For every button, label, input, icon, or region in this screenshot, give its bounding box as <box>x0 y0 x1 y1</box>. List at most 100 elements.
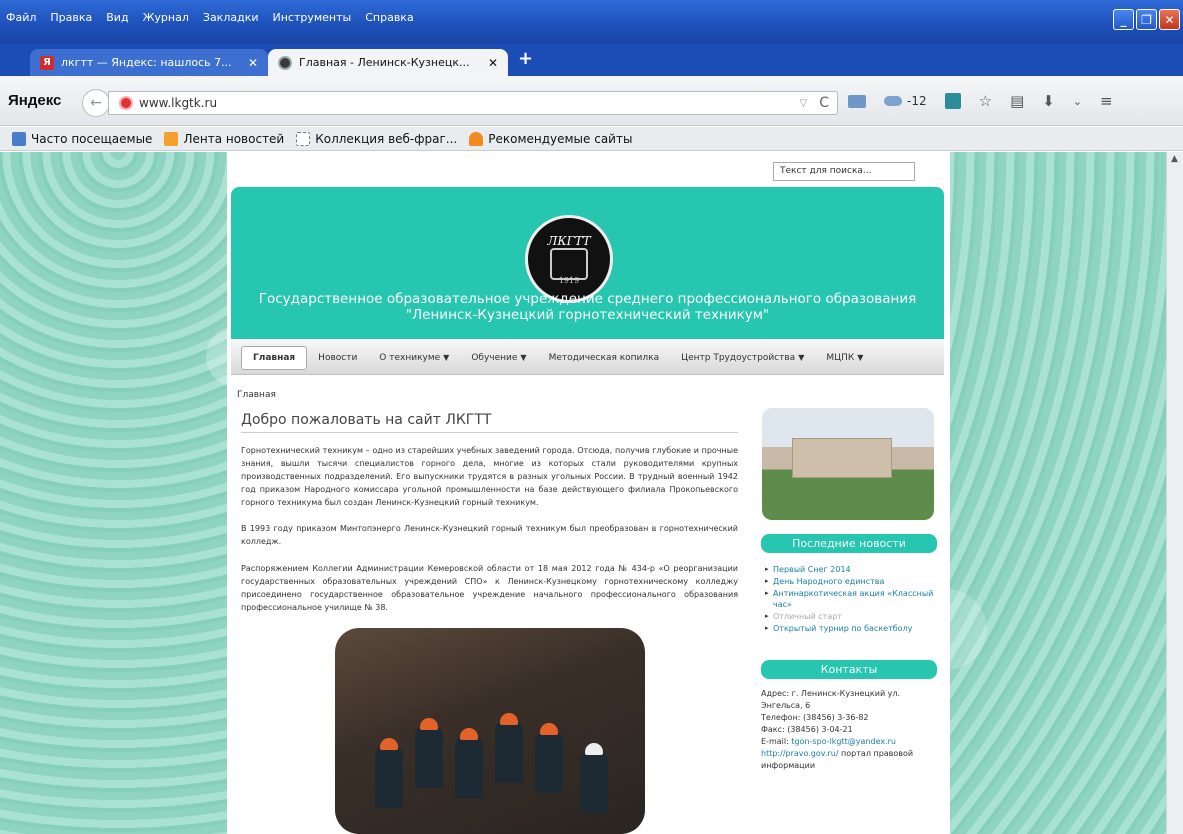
nav-label: О техникуме <box>379 353 441 363</box>
site-search-input[interactable]: Текст для поиска... <box>773 162 915 181</box>
menu-tools[interactable]: Инструменты <box>273 11 352 24</box>
menu-history[interactable]: Журнал <box>143 11 189 24</box>
news-list: Первый Снег 2014 День Народного единства… <box>765 564 937 635</box>
photo-figure <box>580 753 608 813</box>
contact-email-row: E-mail: tgon-spo-lkgtt@yandex.ru <box>761 736 937 748</box>
menu-edit[interactable]: Правка <box>50 11 92 24</box>
navigation-toolbar: Яндекс ← www.lkgtk.ru ▽ C -12 ☆ ▤ ⬇ ⌄ ≡ <box>0 76 1183 126</box>
nav-home[interactable]: Главная <box>241 346 308 370</box>
photo-figure <box>455 738 483 798</box>
breadcrumb[interactable]: Главная <box>237 390 276 400</box>
bookmark-label: Лента новостей <box>183 131 285 146</box>
site-title-line1: Государственное образовательное учрежден… <box>258 291 917 307</box>
close-tab-icon[interactable]: ✕ <box>248 56 258 70</box>
download-icon[interactable]: ⬇ <box>1042 92 1055 110</box>
yandex-favicon-icon: Я <box>40 55 54 70</box>
url-bar[interactable]: www.lkgtk.ru ▽ C <box>108 91 838 115</box>
helmet-shape <box>585 743 603 755</box>
url-dropdown-icon[interactable]: ▽ <box>800 98 808 109</box>
toolbar-icons: -12 ☆ ▤ ⬇ ⌄ ≡ <box>848 92 1113 110</box>
emblem-icon <box>550 248 588 280</box>
nav-label: Новости <box>318 353 358 363</box>
news-section-title: Последние новости <box>761 534 937 553</box>
bookmarks-toolbar: Часто посещаемые Лента новостей Коллекци… <box>0 127 1183 151</box>
bookmark-label: Коллекция веб-фраг... <box>315 131 458 146</box>
site-header: ЛКГТТ 1919 Государственное образовательн… <box>231 187 944 339</box>
helmet-shape <box>500 713 518 725</box>
intro-paragraph-3: Распоряжением Коллегии Администрации Кем… <box>241 564 738 612</box>
pocket-icon[interactable]: ⌄ <box>1073 95 1082 108</box>
news-item[interactable]: Антинаркотическая акция «Классный час» <box>765 588 937 610</box>
nav-label: Главная <box>253 353 296 363</box>
site-identity-icon[interactable] <box>119 96 133 110</box>
caret-down-icon: ▼ <box>443 353 450 362</box>
contact-portal-row: http://pravo.gov.ru/ портал правовой инф… <box>761 748 937 772</box>
building-photo <box>762 408 934 520</box>
nav-label: Центр Трудоустройства <box>681 353 796 363</box>
url-text[interactable]: www.lkgtk.ru <box>139 96 794 110</box>
contact-fax: Факс: (38456) 3-04-21 <box>761 725 853 734</box>
menu-bookmarks[interactable]: Закладки <box>203 11 259 24</box>
reload-icon[interactable]: C <box>819 95 829 111</box>
extension-icon[interactable] <box>944 93 961 109</box>
news-item[interactable]: День Народного единства <box>765 576 937 587</box>
menu-bar: Файл Правка Вид Журнал Закладки Инструме… <box>6 11 414 24</box>
menu-view[interactable]: Вид <box>106 11 128 24</box>
most-visited-icon <box>12 131 26 146</box>
restore-button[interactable]: ❐ <box>1136 9 1157 30</box>
nav-education[interactable]: Обучение ▼ <box>460 347 537 369</box>
nav-methodical[interactable]: Методическая копилка <box>538 347 671 369</box>
menu-file[interactable]: Файл <box>6 11 36 24</box>
helmet-shape <box>460 728 478 740</box>
nav-mcpk[interactable]: МЦПК ▼ <box>815 347 874 369</box>
email-label: E-mail: <box>761 737 789 746</box>
bookmarks-list-icon[interactable]: ▤ <box>1010 92 1024 110</box>
caret-down-icon: ▼ <box>857 353 864 362</box>
nav-employment[interactable]: Центр Трудоустройства ▼ <box>670 347 815 369</box>
nav-about[interactable]: О техникуме ▼ <box>368 347 460 369</box>
close-tab-icon[interactable]: ✕ <box>488 56 498 70</box>
page-viewport: Текст для поиска... ЛКГТТ 1919 Государст… <box>0 152 1183 834</box>
bookmark-label: Рекомендуемые сайты <box>488 131 633 146</box>
portal-link[interactable]: http://pravo.gov.ru/ <box>761 749 839 758</box>
photo-figure <box>495 723 523 783</box>
menu-help[interactable]: Справка <box>365 11 413 24</box>
star-icon[interactable]: ☆ <box>979 92 992 110</box>
close-window-button[interactable]: ✕ <box>1159 9 1180 30</box>
news-item[interactable]: Открытый турнир по баскетболу <box>765 623 937 634</box>
tab-main-page[interactable]: Главная - Ленинск-Кузнецк... ✕ <box>268 49 508 76</box>
web-slice-icon <box>296 131 311 146</box>
weather-temperature: -12 <box>907 94 927 108</box>
cloud-icon <box>884 96 902 106</box>
nav-label: Методическая копилка <box>548 353 660 363</box>
news-item[interactable]: Первый Снег 2014 <box>765 564 937 575</box>
bookmark-suggested-sites[interactable]: Рекомендуемые сайты <box>469 131 633 146</box>
caret-down-icon: ▼ <box>520 353 527 362</box>
bookmark-news-feed[interactable]: Лента новостей <box>164 131 285 146</box>
minimize-button[interactable]: _ <box>1113 9 1134 30</box>
vertical-scrollbar[interactable]: ▲ <box>1166 152 1183 834</box>
helmet-shape <box>380 738 398 750</box>
hamburger-menu-icon[interactable]: ≡ <box>1100 92 1113 110</box>
tab-yandex-search[interactable]: Я лкгтт — Яндекс: нашлось 7... ✕ <box>30 49 268 76</box>
new-tab-icon[interactable]: + <box>518 48 533 69</box>
mail-icon[interactable] <box>848 94 866 108</box>
bookmark-most-visited[interactable]: Часто посещаемые <box>12 131 152 146</box>
bookmark-web-slices[interactable]: Коллекция веб-фраг... <box>296 131 458 146</box>
rss-icon <box>164 131 179 146</box>
tab-title: лкгтт — Яндекс: нашлось 7... <box>61 56 232 69</box>
email-link[interactable]: tgon-spo-lkgtt@yandex.ru <box>791 737 896 746</box>
site-title: Государственное образовательное учрежден… <box>231 291 944 323</box>
nav-news[interactable]: Новости <box>307 347 368 369</box>
news-item[interactable]: Отличный старт <box>765 611 937 622</box>
weather-widget[interactable]: -12 <box>884 94 927 108</box>
helmet-shape <box>420 718 438 730</box>
college-logo[interactable]: ЛКГТТ 1919 <box>525 215 613 303</box>
building-shape <box>792 438 892 478</box>
back-icon[interactable]: ← <box>82 89 110 117</box>
site-nav: Главная Новости О техникуме ▼ Обучение ▼ М… <box>231 341 944 375</box>
logo-text: ЛКГТТ <box>547 233 591 248</box>
scroll-up-icon[interactable]: ▲ <box>1168 154 1181 167</box>
yandex-logo[interactable]: Яндекс <box>8 92 61 109</box>
tab-strip: Я лкгтт — Яндекс: нашлось 7... ✕ Главная… <box>0 44 1183 76</box>
